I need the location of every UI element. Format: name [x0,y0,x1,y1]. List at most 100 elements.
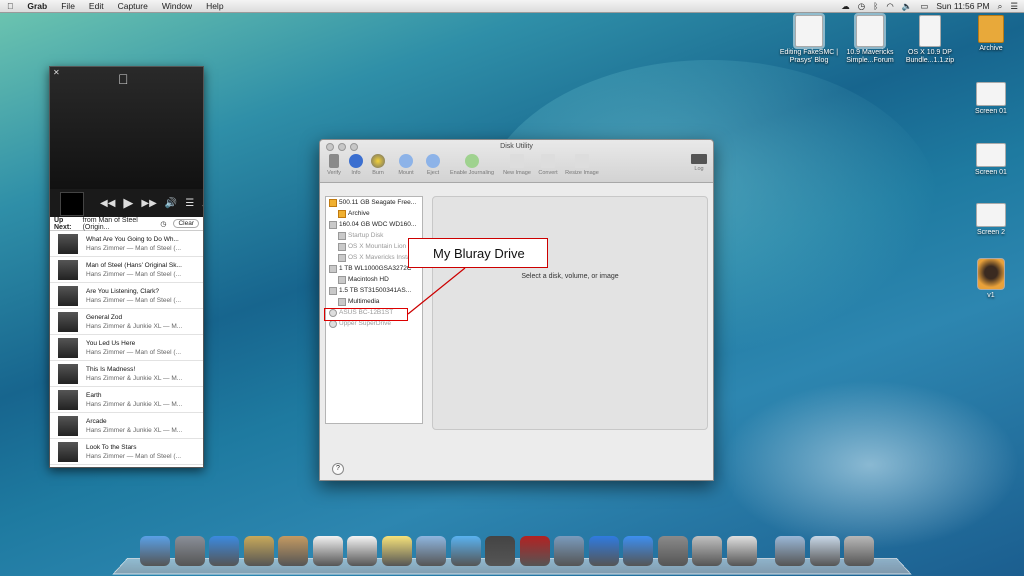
track-row[interactable]: Look To the Stars Hans Zimmer — Man of St… [50,439,203,465]
sync-icon[interactable]: ◷ [858,1,865,12]
help-button[interactable]: ? [332,463,344,475]
cloud-icon[interactable]: ☁ [841,1,850,12]
dock-reminders-icon[interactable] [347,536,377,566]
sidebar-disk-label: 160.04 GB WDC WD160... [339,221,417,228]
menu-edit[interactable]: Edit [82,1,111,11]
notification-center-icon[interactable]: ☰ [1010,1,1018,12]
dock-notes-icon[interactable] [381,536,412,566]
dock-mail-icon[interactable] [243,536,274,566]
hard-disk-icon [338,242,346,251]
track-artist: Hans Zimmer & Junkie XL — M... [86,426,183,434]
convert-icon [541,154,555,168]
toolbar: Disk Utility Verify Info Burn Mount Ejec… [320,140,713,183]
bluetooth-icon[interactable]: ᛒ [873,1,878,11]
sidebar-disk-item[interactable]: 1.5 TB ST31500341AS... [326,285,422,296]
play-icon[interactable]: ▶ [123,195,133,211]
apple-logo-icon:  [118,71,129,87]
desktop-icon-screen-2[interactable]: Screen 2 [960,203,1022,237]
eject-button[interactable]: Eject [421,154,445,176]
track-row[interactable]: Are You Listening, Clark? Hans Zimmer — M… [50,283,203,309]
log-button[interactable]: Log [687,154,711,172]
annotation-callout: My Bluray Drive [408,238,548,268]
verify-button[interactable]: Verify [322,154,346,176]
enable-journaling-button[interactable]: Enable Journaling [446,154,498,176]
image-icon [977,258,1005,290]
desktop-icon-screen-01-b[interactable]: Screen 01 [960,143,1022,177]
sidebar-disk-label: OS X Mountain Lion [348,243,407,250]
burn-button[interactable]: Burn [366,154,390,176]
dock-launchpad-icon[interactable] [174,536,205,566]
dock-itunes-icon[interactable] [588,536,619,566]
dock-finder-icon[interactable] [140,536,170,566]
close-icon[interactable]: ✕ [53,68,60,77]
sidebar-disk-item[interactable]: Multimedia [326,296,422,307]
drive-icon [978,15,1004,43]
search-icon[interactable]: ⌕ [202,198,203,209]
sidebar-disk-label: 1.5 TB ST31500341AS... [339,287,412,294]
dock-grab-icon[interactable] [726,536,757,566]
menu-help[interactable]: Help [199,1,230,11]
track-row[interactable]: You Led Us Here Hans Zimmer — Man of Stee… [50,335,203,361]
dock-system-preferences-icon[interactable] [657,536,688,566]
hard-disk-icon [329,220,337,229]
hard-disk-icon [338,253,346,262]
volume-icon[interactable]: 🔈 [902,1,913,12]
dock-documents-icon[interactable] [809,536,840,566]
screenshot-icon [976,143,1006,167]
track-row[interactable]: Man of Steel (Hans' Original Sk... Hans Z… [50,257,203,283]
dock-photo-booth-icon[interactable] [519,536,550,566]
apple-menu-icon[interactable]:  [0,1,20,11]
convert-button[interactable]: Convert [536,154,560,176]
track-artist: Hans Zimmer — Man of Steel (... [86,348,181,356]
app-menu[interactable]: Grab [20,1,54,11]
dock-messages-icon[interactable] [450,536,481,566]
fast-forward-icon[interactable]: ▶▶ [141,198,156,209]
menu-window[interactable]: Window [155,1,199,11]
dock-calendar-icon[interactable] [312,536,343,566]
sidebar-disk-item[interactable]: Macintosh HD [326,274,422,285]
dock-facetime-icon[interactable] [485,536,515,566]
resize-image-button[interactable]: Resize Image [563,154,601,176]
desktop-icon-zip-bundle[interactable]: OS X 10.9 DP Bundle...1.1.zip [899,15,961,65]
history-icon[interactable]: ◷ [160,220,166,228]
volume-icon[interactable]: 🔊 [165,198,177,209]
track-row[interactable]: What Are You Going to Do Wh... Hans Zimme… [50,231,203,257]
info-button[interactable]: Info [344,154,368,176]
dock-preview-icon[interactable] [416,536,446,566]
track-row[interactable]: Oil Rig [50,465,203,467]
mount-button[interactable]: Mount [394,154,418,176]
dock-trash-icon[interactable] [844,536,874,566]
rewind-icon[interactable]: ◀◀ [100,198,115,209]
dock-applications-icon[interactable] [775,536,805,566]
menu-file[interactable]: File [54,1,82,11]
desktop-icon-v1[interactable]: v1 [960,258,1022,300]
dock-contacts-icon[interactable] [278,536,308,566]
track-row[interactable]: Earth Hans Zimmer & Junkie XL — M... [50,387,203,413]
track-artist: Hans Zimmer & Junkie XL — M... [86,374,183,382]
track-row[interactable]: This Is Madness! Hans Zimmer & Junkie XL … [50,361,203,387]
wifi-icon[interactable]: ◠ [886,1,893,12]
desktop-icon-archive[interactable]: Archive [960,15,1022,53]
dock-safari-icon[interactable] [209,536,239,566]
clear-button[interactable]: Clear [173,219,199,228]
dock-iphoto-icon[interactable] [554,536,584,566]
itunes-mini-player: ✕  ◀◀ ▶ ▶▶ 🔊 ☰ ⌕ Up Next: from Man of S… [49,66,204,468]
desktop-icon-fakesmc-blog[interactable]: Editing FakeSMC | Prasys' Blog [778,13,840,65]
track-row[interactable]: Arcade Hans Zimmer & Junkie XL — M... [50,413,203,439]
spotlight-icon[interactable]: ⌕ [998,1,1003,12]
screenshot-icon [976,82,1006,106]
battery-icon[interactable]: ▭ [920,1,928,12]
dock-app-store-icon[interactable] [623,536,653,566]
clock[interactable]: Sun 11:56 PM [936,1,989,11]
sidebar-disk-item[interactable]: 500.11 GB Seagate Free... [326,197,422,208]
sidebar-disk-item[interactable]: Archive [326,208,422,219]
desktop-icon-mavericks-forum[interactable]: 10.9 Mavericks Simple...Forum [839,13,901,65]
new-image-button[interactable]: New Image [500,154,534,176]
list-icon[interactable]: ☰ [185,198,194,209]
dock-disk-utility-icon[interactable] [692,536,722,566]
sidebar-disk-item[interactable]: 160.04 GB WDC WD160... [326,219,422,230]
menu-capture[interactable]: Capture [111,1,155,11]
track-artist: Hans Zimmer — Man of Steel (... [86,244,181,252]
desktop-icon-screen-01-a[interactable]: Screen 01 [960,82,1022,116]
track-row[interactable]: General Zod Hans Zimmer & Junkie XL — M..… [50,309,203,335]
